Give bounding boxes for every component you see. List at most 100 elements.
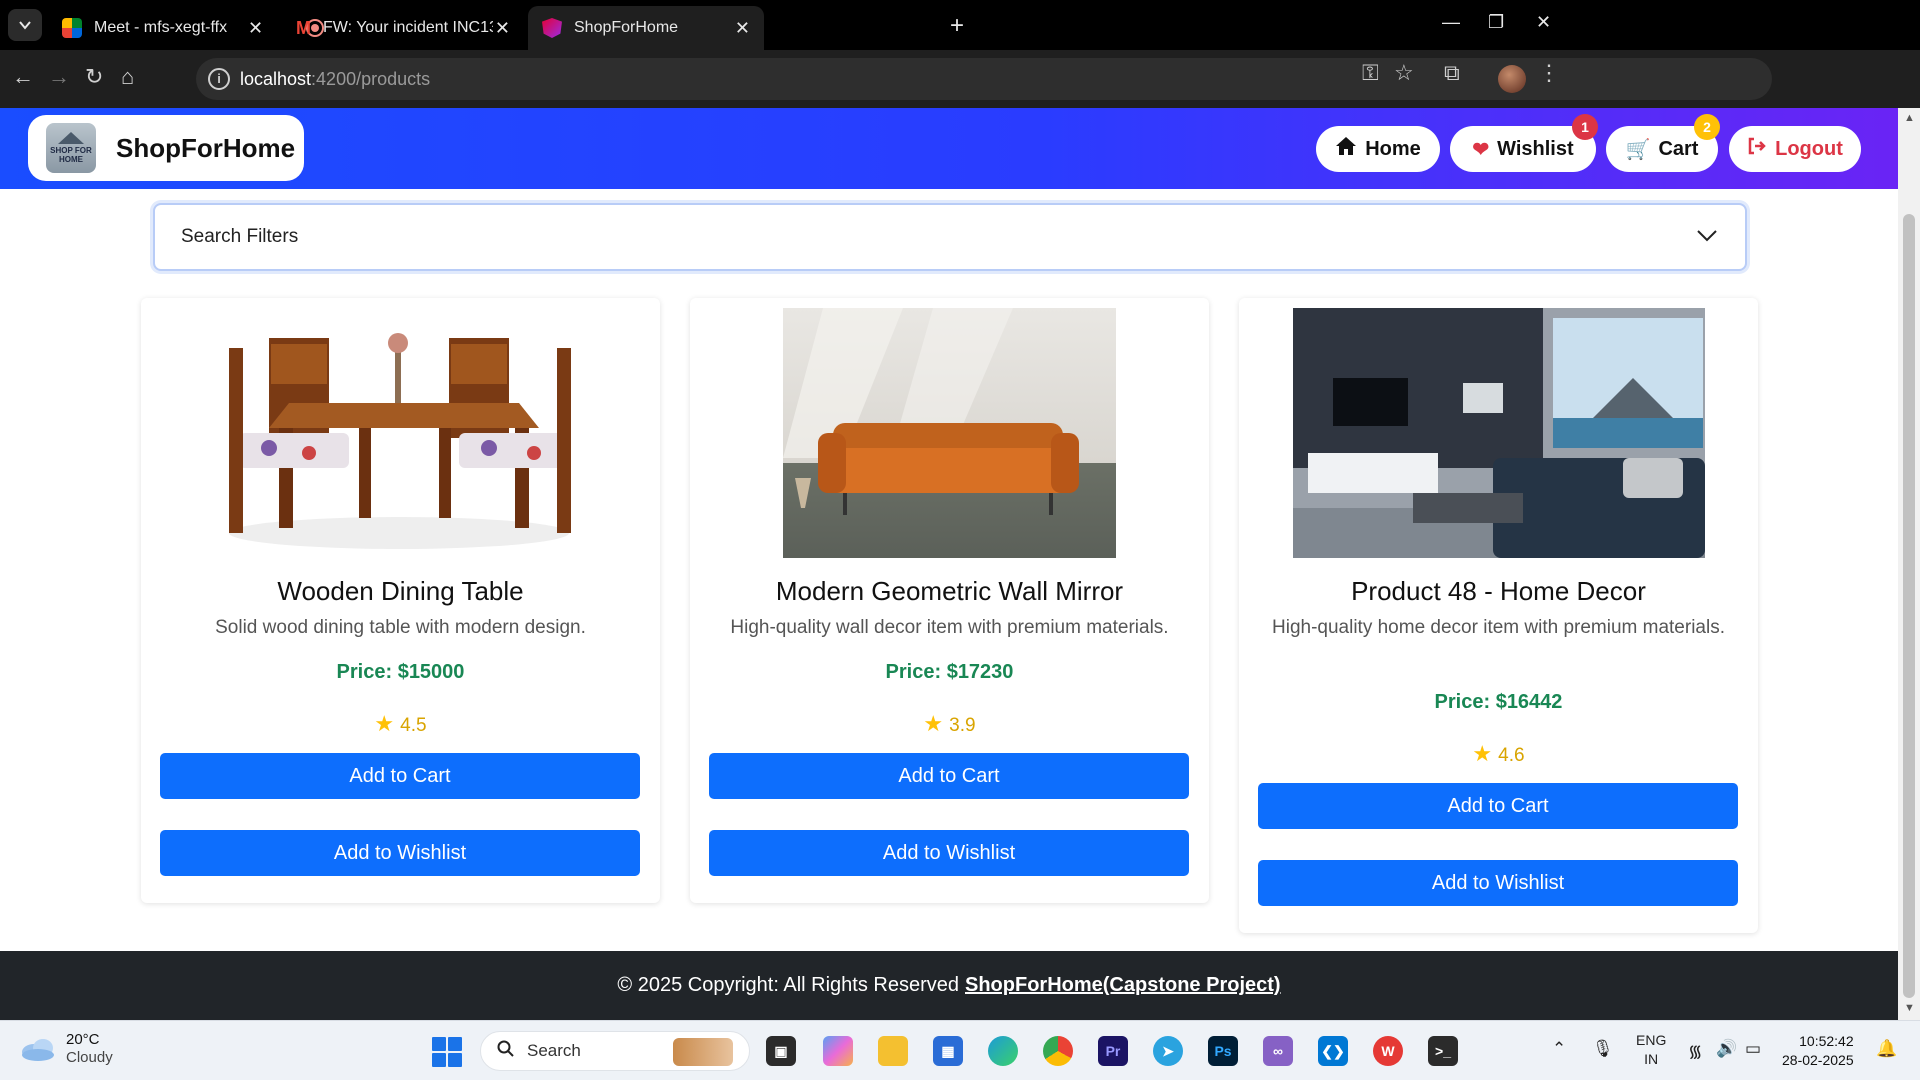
photoshop-icon[interactable]: Ps — [1208, 1036, 1238, 1066]
new-tab-icon[interactable]: + — [950, 12, 964, 40]
taskbar-clock[interactable]: 10:52:42 28-02-2025 — [1782, 1032, 1854, 1070]
star-icon: ★ — [1472, 741, 1493, 766]
volume-icon[interactable]: 🔊 — [1716, 1039, 1737, 1059]
scroll-up-icon[interactable]: ▲ — [1904, 112, 1915, 124]
extensions-icon[interactable]: ⧉ — [1444, 60, 1460, 86]
star-icon: ★ — [923, 711, 944, 736]
language-indicator[interactable]: ENG IN — [1636, 1031, 1666, 1069]
product-rating: ★ 3.9 — [690, 711, 1209, 737]
vscode-icon[interactable]: ❮❯ — [1318, 1036, 1348, 1066]
footer-project-link[interactable]: ShopForHome(Capstone Project) — [965, 974, 1281, 997]
product-description: Solid wood dining table with modern desi… — [215, 617, 586, 638]
taskbar-search[interactable]: Search — [480, 1031, 750, 1071]
app-header: SHOP FOR HOME ShopForHome Home ❤ Wishlis… — [0, 108, 1898, 189]
windows-start-icon[interactable] — [432, 1037, 462, 1067]
nav-cart-label: Cart — [1658, 137, 1699, 160]
copilot-icon[interactable] — [823, 1036, 853, 1066]
show-hidden-icons-icon[interactable]: ⌃ — [1552, 1039, 1566, 1059]
product-image-dining-table — [219, 308, 581, 558]
nav-home-label: Home — [1365, 137, 1421, 160]
cloud-icon — [22, 1039, 54, 1061]
close-icon[interactable]: ✕ — [735, 18, 750, 39]
wifi-icon[interactable]: ᯾ — [1688, 1039, 1702, 1062]
product-price: Price: $15000 — [336, 661, 465, 683]
add-to-wishlist-button[interactable]: Add to Wishlist — [1258, 860, 1738, 906]
tab-title: Meet - mfs-xegt-ffx — [94, 19, 228, 36]
tab-gmail[interactable]: ✕ M FW: Your incident INC13251937 ✕ — [248, 6, 524, 50]
add-to-cart-button[interactable]: Add to Cart — [1258, 783, 1738, 829]
scrollbar-thumb[interactable] — [1903, 214, 1915, 998]
product-rating: ★ 4.5 — [141, 711, 660, 737]
tab-search-button[interactable] — [8, 9, 42, 41]
close-icon[interactable]: ✕ — [495, 18, 510, 39]
chrome-icon[interactable] — [1043, 1036, 1073, 1066]
back-icon[interactable]: ← — [12, 64, 34, 90]
microsoft-store-icon[interactable]: ▦ — [933, 1036, 963, 1066]
logo-text-top: SHOP FOR — [50, 146, 92, 155]
clock-date: 28-02-2025 — [1782, 1052, 1854, 1068]
microphone-icon[interactable]: 🎙 — [1592, 1039, 1614, 1059]
terminal-icon[interactable]: >_ — [1428, 1036, 1458, 1066]
notification-bell-icon[interactable]: 🔔 — [1876, 1039, 1897, 1059]
taskbar-search-placeholder: Search — [527, 1041, 581, 1060]
product-title: Product 48 - Home Decor — [1351, 576, 1646, 606]
restore-icon[interactable]: ❐ — [1488, 12, 1504, 33]
search-filters-toggle[interactable]: Search Filters — [153, 203, 1747, 271]
minimize-icon[interactable]: — — [1442, 12, 1460, 33]
reload-icon[interactable]: ↻ — [85, 64, 103, 90]
windows-taskbar: 20°C Cloudy Search ▣ ▦ Pr ➤ Ps ∞ ❮❯ W >_… — [0, 1020, 1920, 1080]
add-to-cart-button[interactable]: Add to Cart — [160, 753, 640, 799]
visual-studio-icon[interactable]: ∞ — [1263, 1036, 1293, 1066]
product-image-sofa — [783, 308, 1116, 558]
edge-icon[interactable] — [988, 1036, 1018, 1066]
nav-logout-button[interactable]: Logout — [1729, 126, 1861, 172]
add-to-wishlist-button[interactable]: Add to Wishlist — [709, 830, 1189, 876]
star-icon: ★ — [374, 711, 395, 736]
product-title: Wooden Dining Table — [277, 576, 524, 606]
wishlist-count-badge: 1 — [1572, 114, 1598, 140]
logo-text-bottom: HOME — [59, 155, 83, 164]
scroll-down-icon[interactable]: ▼ — [1904, 1002, 1915, 1014]
wps-office-icon[interactable]: W — [1373, 1036, 1403, 1066]
product-price: Price: $17230 — [885, 661, 1014, 683]
site-footer: © 2025 Copyright: All Rights Reserved Sh… — [0, 951, 1898, 1020]
task-view-icon[interactable]: ▣ — [766, 1036, 796, 1066]
premiere-pro-icon[interactable]: Pr — [1098, 1036, 1128, 1066]
add-to-cart-button[interactable]: Add to Cart — [709, 753, 1189, 799]
file-explorer-icon[interactable] — [878, 1036, 908, 1066]
search-icon — [497, 1040, 515, 1063]
profile-avatar[interactable] — [1498, 65, 1526, 93]
browser-tab-bar: Meet - mfs-xegt-ffx ✕ M FW: Your inciden… — [0, 0, 1920, 50]
logout-icon — [1747, 136, 1767, 162]
angular-icon — [542, 18, 562, 38]
page-viewport: SHOP FOR HOME ShopForHome Home ❤ Wishlis… — [0, 108, 1898, 1020]
telegram-icon[interactable]: ➤ — [1153, 1036, 1183, 1066]
window-close-icon[interactable]: ✕ — [1536, 12, 1551, 33]
add-to-wishlist-button[interactable]: Add to Wishlist — [160, 830, 640, 876]
battery-icon[interactable]: ▭ — [1745, 1039, 1761, 1059]
weather-widget[interactable]: 20°C Cloudy — [20, 1031, 113, 1067]
tab-shopforhome[interactable]: ShopForHome ✕ — [528, 6, 764, 50]
tab-title: ShopForHome — [574, 19, 679, 36]
language-bottom: IN — [1644, 1051, 1659, 1067]
password-key-icon[interactable]: ⚿ — [1362, 60, 1379, 86]
chevron-down-icon — [1697, 230, 1717, 242]
nav-cart-button[interactable]: 🛒 Cart 2 — [1606, 114, 1720, 172]
close-icon[interactable]: ✕ — [248, 18, 263, 39]
brand-name: ShopForHome — [116, 132, 296, 163]
brand-home-link[interactable]: SHOP FOR HOME ShopForHome — [28, 115, 304, 181]
footer-copyright: © 2025 Copyright: All Rights Reserved — [617, 974, 959, 996]
product-rating: ★ 4.6 — [1239, 741, 1758, 767]
nav-home-button[interactable]: Home — [1316, 126, 1440, 172]
menu-kebab-icon[interactable]: ⋮ — [1538, 60, 1560, 86]
nav-wishlist-button[interactable]: ❤ Wishlist 1 — [1450, 114, 1598, 172]
tab-title: FW: Your incident INC13251937 — [323, 19, 493, 36]
site-info-icon[interactable]: i — [208, 68, 230, 90]
language-top: ENG — [1636, 1032, 1667, 1048]
forward-icon[interactable]: → — [48, 64, 70, 90]
page-scrollbar[interactable]: ▲ ▼ — [1898, 108, 1920, 1020]
address-bar[interactable]: i localhost:4200/products — [196, 58, 1772, 100]
product-card: Wooden Dining Table Solid wood dining ta… — [141, 298, 660, 903]
bookmark-star-icon[interactable]: ☆ — [1394, 60, 1414, 86]
home-icon[interactable]: ⌂ — [121, 64, 134, 90]
